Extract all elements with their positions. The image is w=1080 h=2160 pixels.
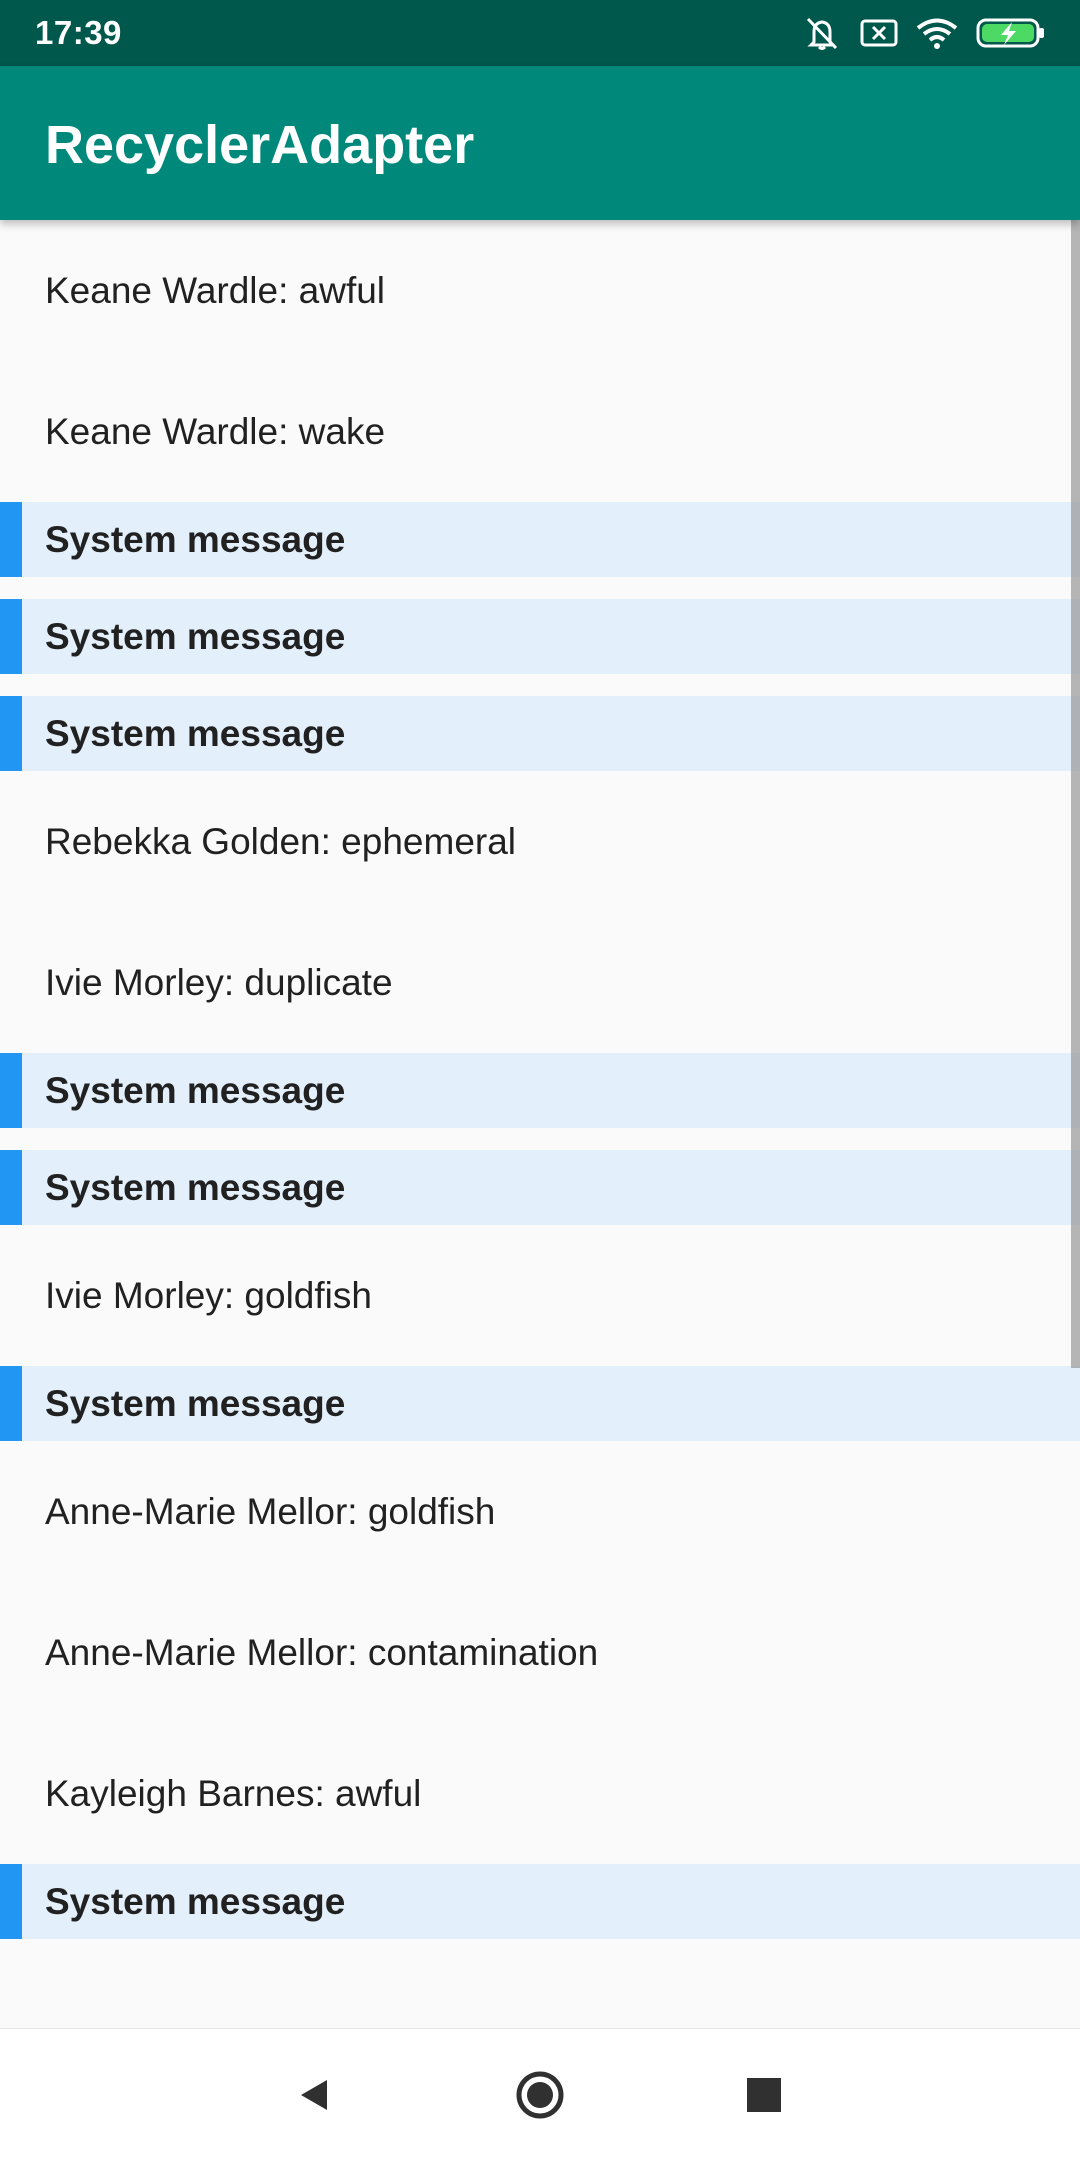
system-message-accent	[0, 502, 22, 577]
system-message-accent	[0, 1864, 22, 1939]
system-message-text: System message	[45, 518, 346, 560]
chat-message-text: Ivie Morley: goldfish	[45, 1274, 372, 1316]
chat-message-item[interactable]: Keane Wardle: wake	[0, 361, 1080, 502]
system-message-text: System message	[45, 1069, 346, 1111]
sim-error-icon	[860, 18, 898, 48]
system-message-item[interactable]: System message	[0, 1150, 1080, 1225]
chat-message-item[interactable]: Rebekka Golden: ephemeral	[0, 771, 1080, 912]
home-icon	[504, 2059, 576, 2131]
chat-message-text: Ivie Morley: duplicate	[45, 961, 393, 1003]
system-message-item[interactable]: System message	[0, 696, 1080, 771]
system-message-accent	[0, 1150, 22, 1225]
chat-message-text: Keane Wardle: wake	[45, 410, 386, 452]
system-message-text: System message	[45, 615, 346, 657]
back-icon	[276, 2059, 348, 2131]
chat-message-text: Kayleigh Barnes: awful	[45, 1772, 422, 1814]
system-message-item[interactable]: System message	[0, 1366, 1080, 1441]
system-message-accent	[0, 599, 22, 674]
navigation-bar	[0, 2028, 1080, 2160]
system-message-text: System message	[45, 1382, 346, 1424]
message-list[interactable]: Keane Wardle: awful Keane Wardle: wake Sys…	[0, 220, 1080, 2028]
chat-message-item[interactable]: Ivie Morley: duplicate	[0, 912, 1080, 1053]
recents-button[interactable]	[728, 2059, 800, 2131]
scrollbar[interactable]	[1071, 220, 1080, 1368]
chat-message-item[interactable]: Ivie Morley: goldfish	[0, 1225, 1080, 1366]
back-button[interactable]	[276, 2059, 348, 2131]
system-message-item[interactable]: System message	[0, 599, 1080, 674]
system-message-text: System message	[45, 712, 346, 754]
battery-charging-icon	[976, 17, 1046, 49]
chat-message-text: Anne-Marie Mellor: goldfish	[45, 1490, 496, 1532]
system-message-accent	[0, 1366, 22, 1441]
chat-message-text: Rebekka Golden: ephemeral	[45, 820, 517, 862]
app-bar: RecyclerAdapter	[0, 66, 1080, 220]
status-bar: 17:39	[0, 0, 1080, 66]
status-icons	[802, 14, 1046, 52]
chat-message-text: Keane Wardle: awful	[45, 269, 386, 311]
wifi-icon	[916, 17, 958, 49]
app-title: RecyclerAdapter	[45, 115, 475, 175]
system-message-accent	[0, 696, 22, 771]
chat-message-item[interactable]: Kayleigh Barnes: awful	[0, 1723, 1080, 1864]
system-message-item[interactable]: System message	[0, 502, 1080, 577]
system-message-text: System message	[45, 1166, 346, 1208]
system-message-accent	[0, 1053, 22, 1128]
system-message-item[interactable]: System message	[0, 1864, 1080, 1939]
status-time: 17:39	[35, 14, 122, 51]
chat-message-item[interactable]: Anne-Marie Mellor: goldfish	[0, 1441, 1080, 1582]
chat-message-item[interactable]: Keane Wardle: awful	[0, 220, 1080, 361]
system-message-text: System message	[45, 1880, 346, 1922]
system-message-item[interactable]: System message	[0, 1053, 1080, 1128]
home-button[interactable]	[504, 2059, 576, 2131]
chat-message-item[interactable]: Anne-Marie Mellor: contamination	[0, 1582, 1080, 1723]
recents-icon	[728, 2059, 800, 2131]
chat-message-text: Anne-Marie Mellor: contamination	[45, 1631, 599, 1673]
silent-mode-icon	[802, 15, 842, 51]
